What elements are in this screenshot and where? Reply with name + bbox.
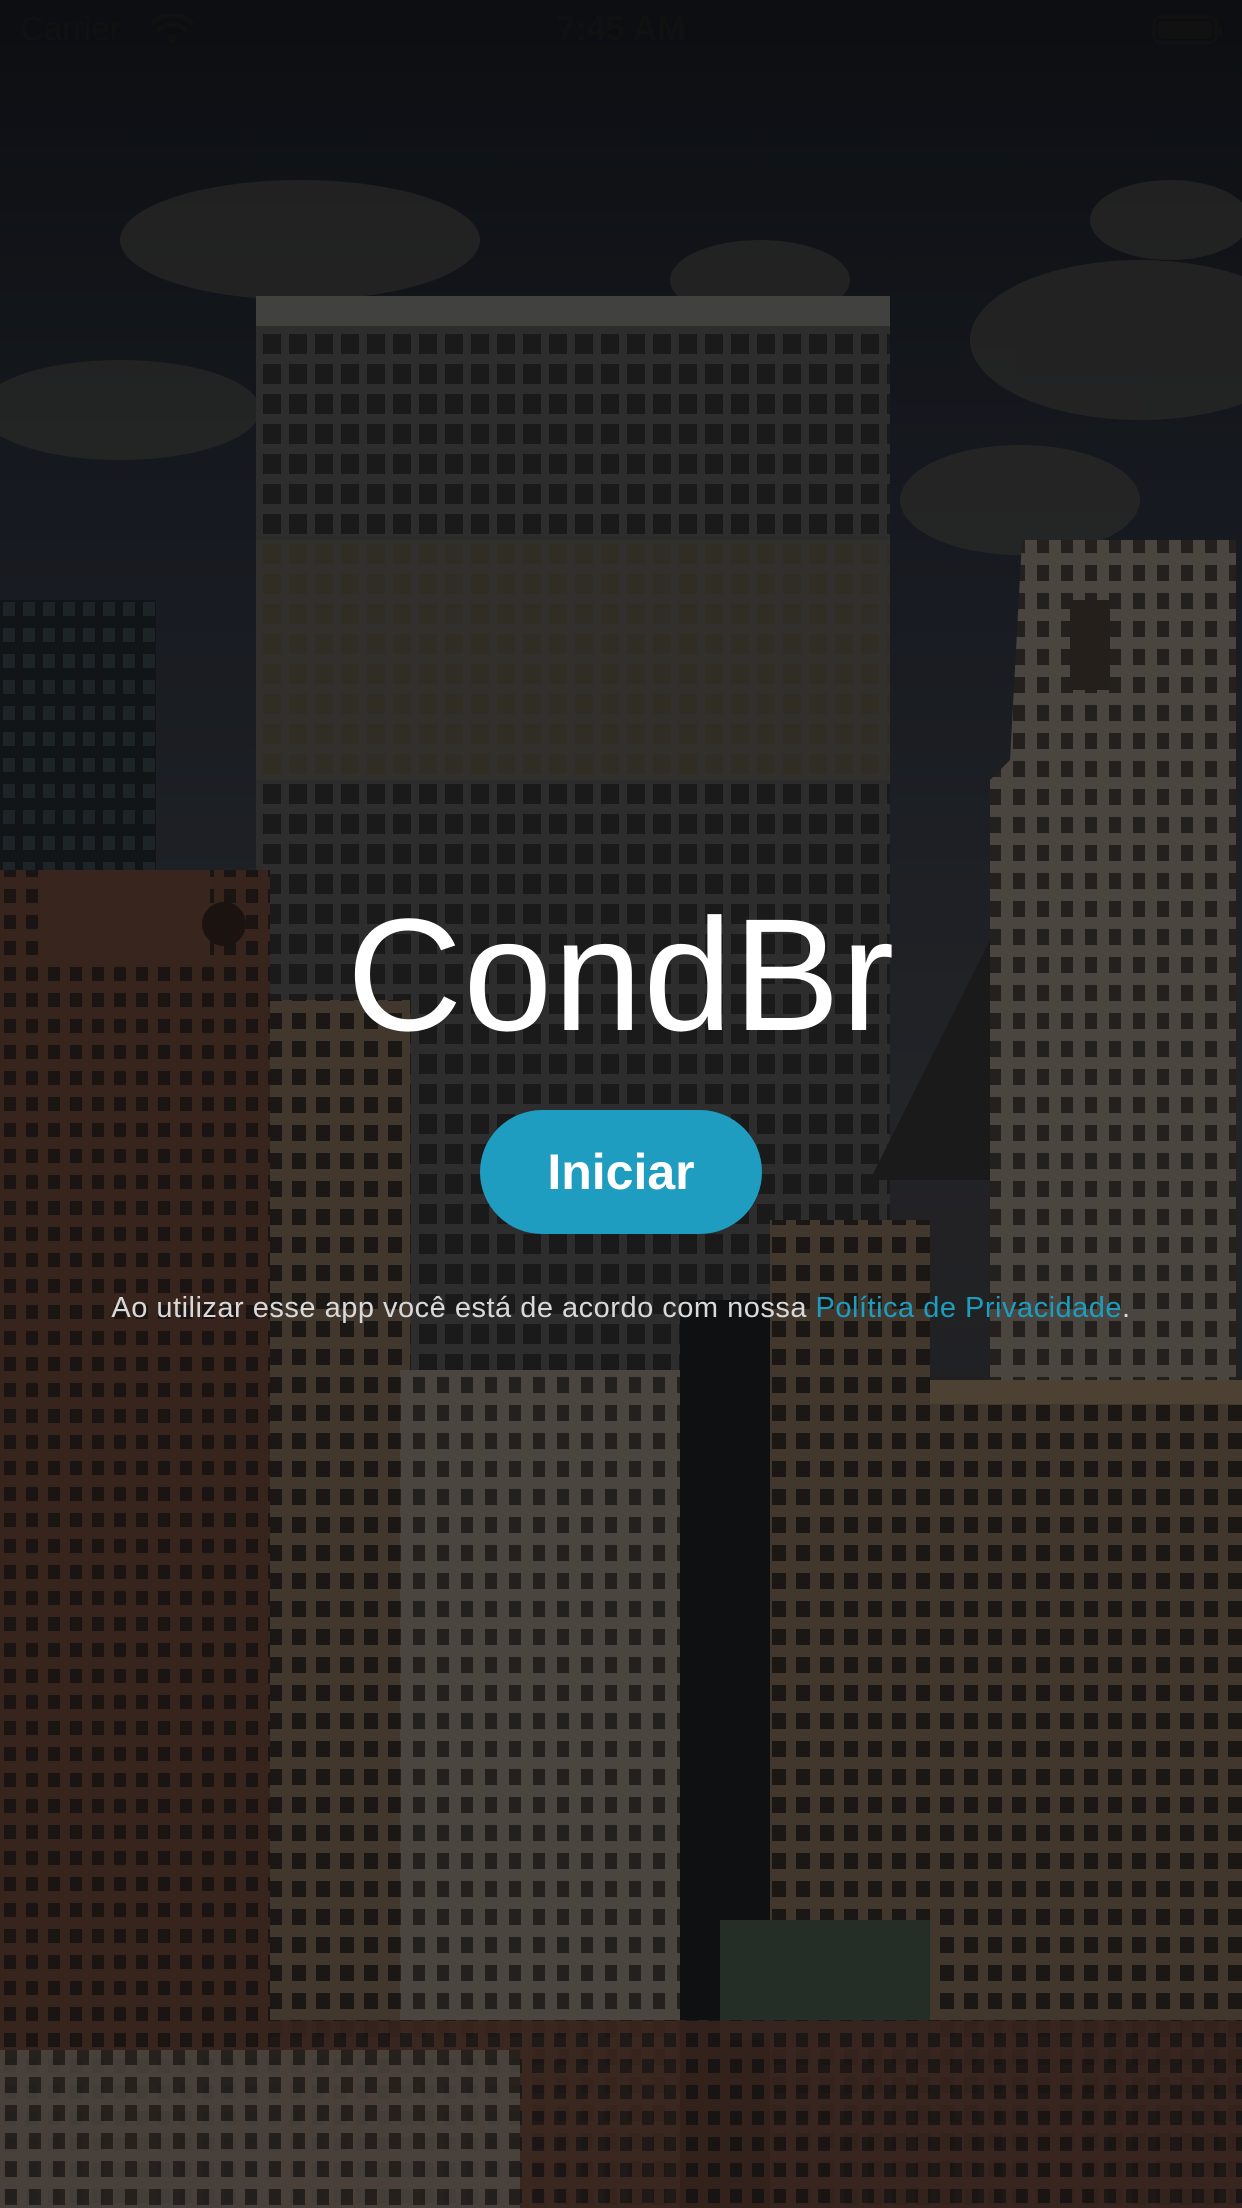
status-bar: Carrier 7:45 AM — [0, 0, 1242, 60]
city-skyline-background — [0, 0, 1242, 2208]
privacy-prefix: Ao utilizar esse app você está de acordo… — [111, 1292, 816, 1324]
privacy-notice: Ao utilizar esse app você está de acordo… — [0, 1292, 1242, 1325]
app-title: CondBr — [346, 885, 896, 1064]
privacy-policy-link[interactable]: Política de Privacidade — [816, 1292, 1123, 1324]
battery-icon — [1152, 15, 1222, 45]
status-time: 7:45 AM — [556, 10, 686, 48]
start-button[interactable]: Iniciar — [480, 1110, 762, 1234]
privacy-suffix: . — [1122, 1292, 1131, 1324]
welcome-screen: Carrier 7:45 AM CondBr Iniciar Ao utiliz… — [0, 0, 1242, 2208]
